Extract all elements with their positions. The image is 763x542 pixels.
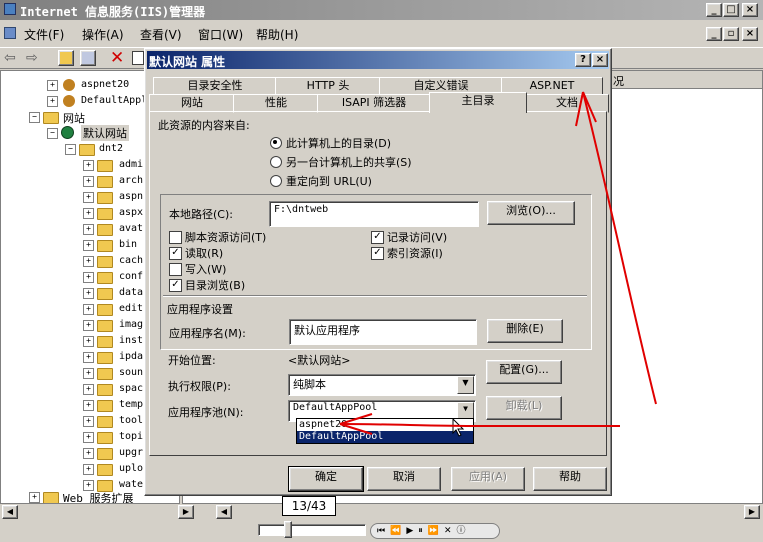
annotation-arrows — [339, 91, 657, 435]
tab-home-directory[interactable]: 主目录 — [429, 92, 527, 113]
annotation-arrow-up — [575, 91, 657, 405]
annotation-arrow-left — [339, 413, 620, 435]
